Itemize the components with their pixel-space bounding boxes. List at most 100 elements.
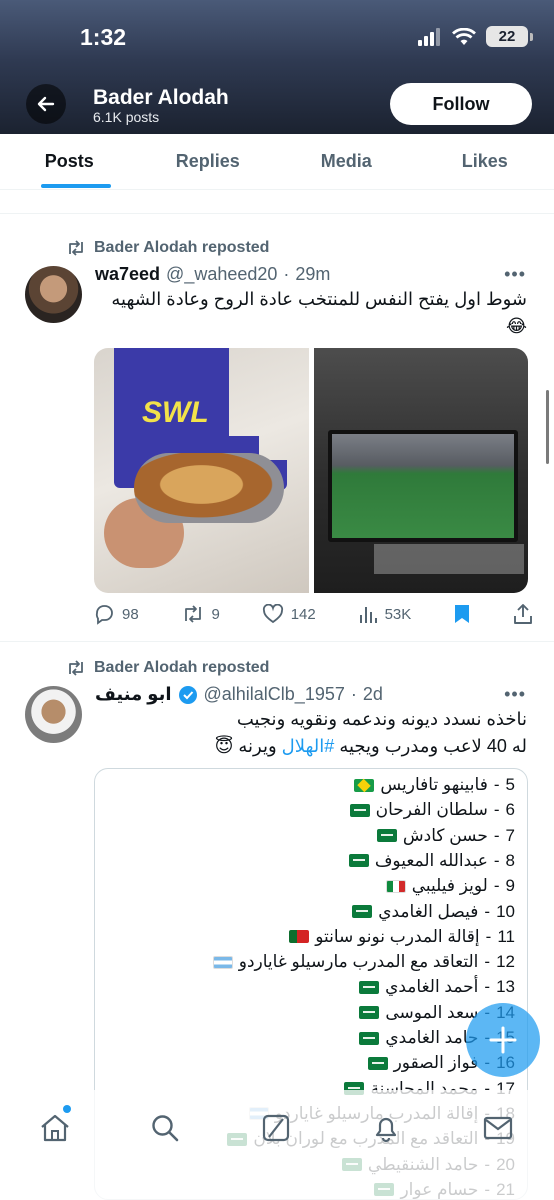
post-handle[interactable]: @_waheed20	[166, 264, 277, 285]
follow-button[interactable]: Follow	[390, 83, 532, 125]
scroll-indicator[interactable]	[546, 390, 549, 464]
list-item-text: سعد الموسى	[385, 1002, 479, 1022]
hashtag-link[interactable]: #الهلال	[282, 736, 335, 756]
more-icon[interactable]: •••	[504, 264, 526, 285]
post-handle[interactable]: @alhilalClb_1957	[204, 684, 345, 705]
tv-stand	[374, 544, 524, 574]
nav-search[interactable]	[147, 1110, 183, 1146]
post-author[interactable]: wa7eed	[95, 264, 160, 285]
list-item-dash: -	[484, 901, 491, 921]
flag-icon	[359, 980, 380, 994]
nav-grok[interactable]	[258, 1110, 294, 1146]
list-item: 8- عبدالله المعيوف	[348, 850, 515, 871]
flag-icon	[348, 854, 369, 868]
tab-media[interactable]: Media	[277, 134, 416, 189]
list-item-dash: -	[493, 825, 500, 845]
bookmark-icon	[455, 605, 470, 623]
nav-messages[interactable]	[480, 1110, 516, 1146]
repost-indicator: Bader Alodah reposted	[66, 239, 269, 257]
share-icon	[514, 604, 532, 624]
post-actions: 98 9 142 53K	[93, 603, 533, 625]
post-author[interactable]: ابو منيف	[95, 684, 172, 705]
views-button[interactable]: 53K	[358, 604, 412, 624]
list-item: 11- إقالة المدرب نونو سانتو	[289, 927, 515, 947]
repost-label: Bader Alodah reposted	[94, 659, 270, 676]
post-text: شوط اول يفتح النفس للمنتخب عادة الروح وع…	[95, 286, 527, 340]
views-icon	[359, 607, 377, 623]
repost-icon	[69, 240, 83, 256]
repost-count: 9	[211, 605, 220, 623]
list-item-text: فيصل الغامدي	[378, 901, 479, 921]
list-item-number: 13	[496, 977, 515, 997]
post-text-line: له 40 لاعب ومدرب ويجيه #الهلال ويرنه 😇	[95, 733, 527, 760]
nav-notifications[interactable]	[368, 1110, 404, 1146]
repost-button[interactable]: 9	[181, 604, 220, 624]
post-header: wa7eed @_waheed20 · 29m	[95, 264, 330, 285]
mail-icon	[483, 1116, 513, 1140]
list-item-text: حامد الغامدي	[385, 1028, 479, 1047]
bottom-nav-bar	[0, 1090, 554, 1200]
post-text-emoji: 😂	[505, 316, 527, 336]
flag-icon	[212, 955, 233, 969]
profile-tabs: Posts Replies Media Likes	[0, 134, 554, 190]
list-item-number: 11	[497, 926, 515, 946]
list-item-text: إقالة المدرب نونو سانتو	[315, 926, 480, 946]
bookmark-button[interactable]	[453, 603, 471, 625]
more-icon[interactable]: •••	[504, 684, 526, 705]
views-count: 53K	[384, 605, 412, 623]
post-header: ابو منيف @alhilalClb_1957 · 2d	[95, 684, 383, 705]
flag-icon	[359, 1031, 380, 1045]
flag-icon	[367, 1056, 388, 1070]
tab-likes[interactable]: Likes	[416, 134, 554, 189]
reply-button[interactable]: 98	[93, 603, 139, 625]
list-item: 10- فيصل الغامدي	[352, 902, 515, 922]
tab-posts[interactable]: Posts	[0, 134, 139, 189]
tv-screen	[332, 434, 514, 538]
post-image[interactable]: SWL	[94, 348, 309, 593]
flag-icon	[349, 803, 370, 817]
nav-home[interactable]	[37, 1110, 73, 1146]
avatar[interactable]	[25, 266, 82, 323]
signal-icon	[418, 27, 440, 46]
list-item-dash: -	[493, 876, 500, 896]
list-item-dash: -	[484, 952, 491, 972]
list-item-number: 8	[505, 850, 515, 870]
list-item-dash: -	[493, 800, 500, 820]
list-item-number: 5	[505, 775, 515, 794]
tab-replies[interactable]: Replies	[139, 134, 278, 189]
post-time: 29m	[295, 264, 331, 284]
repost-icon	[184, 605, 201, 623]
avatar[interactable]	[25, 686, 82, 743]
reply-count: 98	[122, 605, 139, 623]
like-count: 142	[290, 605, 316, 623]
post-time: 2d	[362, 684, 383, 704]
post-text: ناخذه نسدد ديونه وندعمه ونقويه ونجيب له …	[95, 706, 527, 760]
search-icon	[152, 1115, 179, 1142]
plus-icon	[489, 1026, 517, 1054]
post-image[interactable]	[314, 348, 528, 593]
compose-button[interactable]	[466, 1003, 540, 1077]
like-button[interactable]: 142	[262, 604, 316, 624]
repost-label: Bader Alodah reposted	[94, 239, 270, 256]
home-icon	[41, 1114, 69, 1142]
repost-icon	[69, 660, 83, 676]
status-time: 1:32	[80, 24, 127, 50]
verified-badge-icon	[178, 685, 197, 704]
list-item-number: 9	[505, 876, 515, 896]
list-item-dash: -	[493, 775, 500, 794]
list-item-text: لويز فيليبي	[411, 876, 488, 896]
list-item-text: أحمد الغامدي	[385, 977, 479, 997]
list-item-dash: -	[485, 926, 492, 946]
arrow-left-icon	[37, 96, 55, 112]
dot-separator: ·	[283, 264, 290, 284]
share-button[interactable]	[513, 603, 533, 625]
list-item-dash: -	[484, 977, 491, 997]
reply-icon	[95, 605, 113, 625]
post-text-line: ناخذه نسدد ديونه وندعمه ونقويه ونجيب	[236, 709, 527, 729]
back-button[interactable]	[26, 84, 66, 124]
list-item-dash: -	[493, 850, 500, 870]
list-item: 5- فابينهو تافاريس	[354, 775, 515, 795]
profile-posts-count: 6.1K posts	[93, 109, 160, 125]
flag-icon	[289, 930, 310, 944]
list-item-number: 7	[505, 825, 515, 845]
